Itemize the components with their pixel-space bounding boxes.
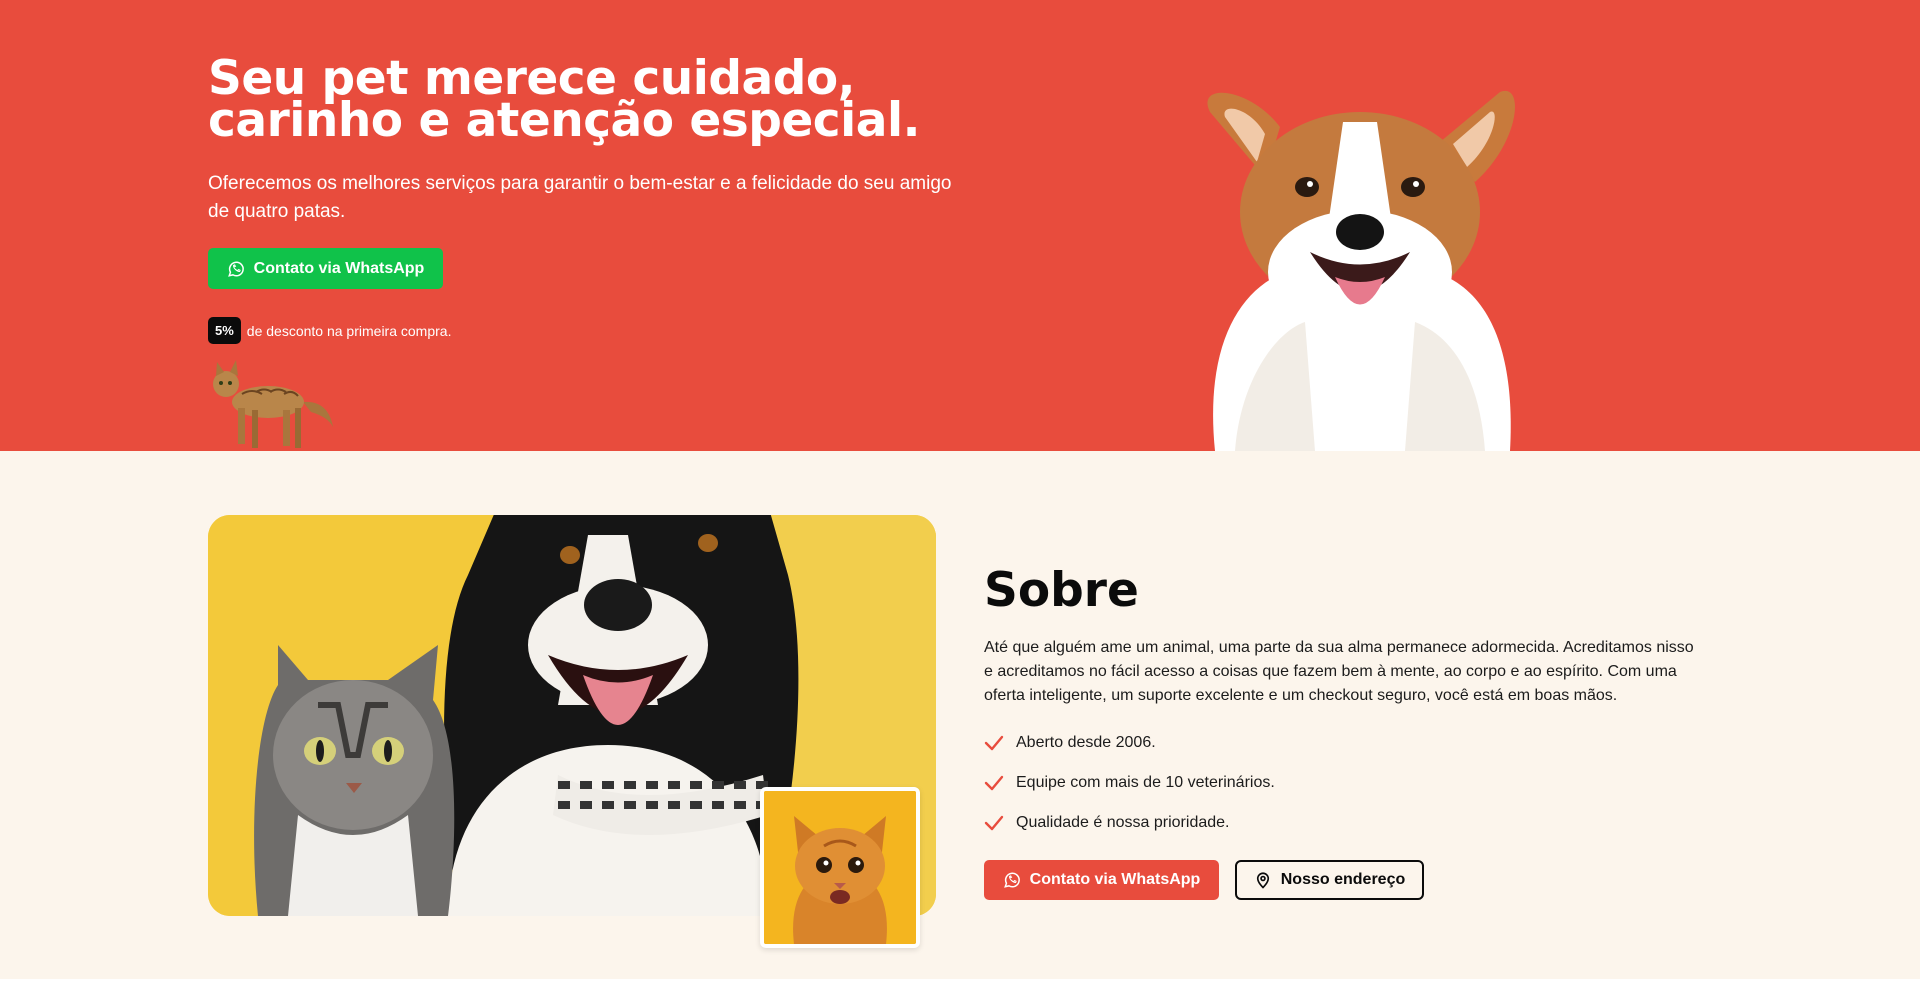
check-icon [984,735,1004,751]
about-whatsapp-label: Contato via WhatsApp [1029,871,1201,888]
feature-item: Qualidade é nossa prioridade. [984,811,1275,835]
feature-item: Equipe com mais de 10 veterinários. [984,771,1275,795]
discount-text: de desconto na primeira compra. [246,322,452,339]
feature-label: Equipe com mais de 10 veterinários. [1016,774,1275,791]
map-pin-icon [1256,872,1269,889]
discount-note: 5% de desconto na primeira compra. [208,317,451,344]
about-whatsapp-button[interactable]: Contato via WhatsApp [984,860,1219,900]
about-section: Sobre Até que alguém ame um animal, uma … [0,451,1920,979]
feature-label: Qualidade é nossa prioridade. [1016,814,1230,831]
discount-badge: 5% [208,317,241,344]
whatsapp-icon [1003,872,1020,888]
hero-subtitle: Oferecemos os melhores serviços para gar… [208,173,952,222]
feature-list: Aberto desde 2006. Equipe com mais de 10… [984,731,1275,851]
about-title: Sobre [984,563,1139,618]
whatsapp-icon [227,261,244,277]
orange-cat-photo [760,787,920,948]
hero-section: Seu pet merece cuidado, carinho e atençã… [0,0,1920,451]
check-icon [984,775,1004,791]
hero-whatsapp-label: Contato via WhatsApp [253,259,425,277]
feature-item: Aberto desde 2006. [984,731,1275,755]
feature-label: Aberto desde 2006. [1016,734,1156,751]
walking-cat-image [213,360,333,448]
check-icon [984,815,1004,831]
address-button[interactable]: Nosso endereço [1235,860,1424,900]
corgi-dog-image [1207,90,1515,451]
hero-whatsapp-button[interactable]: Contato via WhatsApp [208,248,443,289]
address-label: Nosso endereço [1280,871,1406,888]
about-text: Até que alguém ame um animal, uma parte … [984,639,1694,704]
hero-title: Seu pet merece cuidado, carinho e atençã… [208,51,920,148]
